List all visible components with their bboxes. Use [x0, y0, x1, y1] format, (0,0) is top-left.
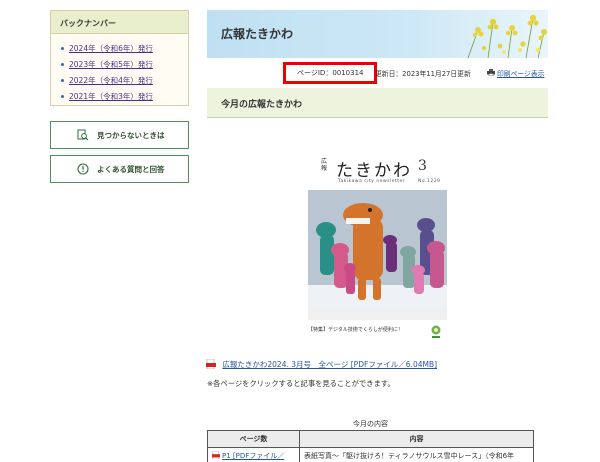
dinosaur-race-photo — [308, 190, 447, 320]
backnumber-link-2023[interactable]: 2023年（令和5年）発行 — [69, 60, 153, 69]
search-page-icon — [77, 129, 89, 141]
page-pdf-link[interactable]: P1 [PDFファイル／ — [222, 452, 284, 460]
page-id: ページID：0010314 — [297, 69, 364, 77]
backnumber-link-2024[interactable]: 2024年（令和6年）発行 — [69, 44, 153, 53]
backnumber-item[interactable]: 2023年（令和5年）発行 — [61, 57, 188, 73]
cover-issue-no: No.1239 — [418, 179, 441, 184]
printer-icon — [487, 69, 495, 76]
section-title: 今月の広報たきかわ — [221, 100, 303, 110]
table-caption: 今月の内容 — [353, 420, 388, 428]
column-header-contents: 内容 — [299, 430, 534, 448]
not-found-label: 見つからないときは — [97, 130, 165, 140]
table-header-row: ページ数 内容 — [207, 430, 534, 448]
pdf-full-link[interactable]: 広報たきかわ2024. 3月号 全ページ [PDFファイル／6.04MB] — [222, 360, 437, 369]
table-cell-page[interactable]: P1 [PDFファイル／ — [207, 447, 300, 462]
info-circle-icon — [77, 163, 89, 175]
cover-masthead: 広報 たきかわ 3 Takikawa city newsletter No.12… — [308, 150, 447, 190]
rapeseed-flowers-illustration — [467, 14, 547, 58]
section-header: 今月の広報たきかわ — [207, 88, 548, 118]
pdf-file-icon — [212, 450, 220, 460]
table-row: P1 [PDFファイル／ 表紙写真～「駆け抜けろ！ティラノサウルス雪中レース」（… — [207, 447, 534, 462]
backnumber-link-2021[interactable]: 2021年（令和3年）発行 — [69, 92, 153, 101]
page-meta: ページID：0010314 更新日：2023年11月27日更新 印刷ページ表示 — [207, 62, 548, 84]
cover-subtitle: Takikawa city newsletter — [338, 179, 406, 184]
not-found-button[interactable]: 見つからないときは — [50, 121, 189, 149]
click-instruction: ※各ページをクリックすると記事を見ることができます。 — [207, 379, 395, 388]
backnumber-list: 2024年（令和6年）発行 2023年（令和5年）発行 2022年（令和4年）発… — [51, 34, 188, 105]
backnumber-title: バックナンバー — [51, 11, 188, 34]
cover-caption: 【特集】デジタル技術でくらしが便利に！ — [308, 327, 403, 333]
backnumber-item[interactable]: 2022年（令和4年）発行 — [61, 73, 188, 89]
pdf-link-row: 広報たきかわ2024. 3月号 全ページ [PDFファイル／6.04MB] — [206, 359, 437, 370]
faq-label: よくある質問と回答 — [97, 164, 165, 174]
cover-label: 広報 — [321, 158, 328, 172]
print-link[interactable]: 印刷ページ表示 — [497, 68, 544, 78]
cover-title: たきかわ — [336, 161, 412, 181]
pdf-file-icon — [206, 359, 216, 369]
backnumber-link-2022[interactable]: 2022年（令和4年）発行 — [69, 76, 153, 85]
updated-date: 更新日：2023年11月27日更新 — [375, 70, 471, 78]
backnumber-item[interactable]: 2024年（令和6年）発行 — [61, 41, 188, 57]
page-header-banner: 広報たきかわ — [207, 10, 548, 58]
city-logo-icon — [431, 325, 441, 338]
faq-button[interactable]: よくある質問と回答 — [50, 155, 189, 183]
magazine-cover[interactable]: 広報 たきかわ 3 Takikawa city newsletter No.12… — [308, 150, 447, 345]
contents-table: ページ数 内容 P1 [PDFファイル／ 表紙写真～「駆け抜けろ！ティラノサウル… — [207, 430, 534, 462]
backnumber-item[interactable]: 2021年（令和3年）発行 — [61, 89, 188, 105]
table-cell-contents: 表紙写真～「駆け抜けろ！ティラノサウルス雪中レース」（令和6年 — [299, 447, 534, 462]
cover-issue-number: 3 — [418, 158, 427, 174]
page-title: 広報たきかわ — [221, 27, 294, 41]
column-header-pages: ページ数 — [207, 430, 300, 448]
backnumber-panel: バックナンバー 2024年（令和6年）発行 2023年（令和5年）発行 2022… — [50, 10, 189, 106]
